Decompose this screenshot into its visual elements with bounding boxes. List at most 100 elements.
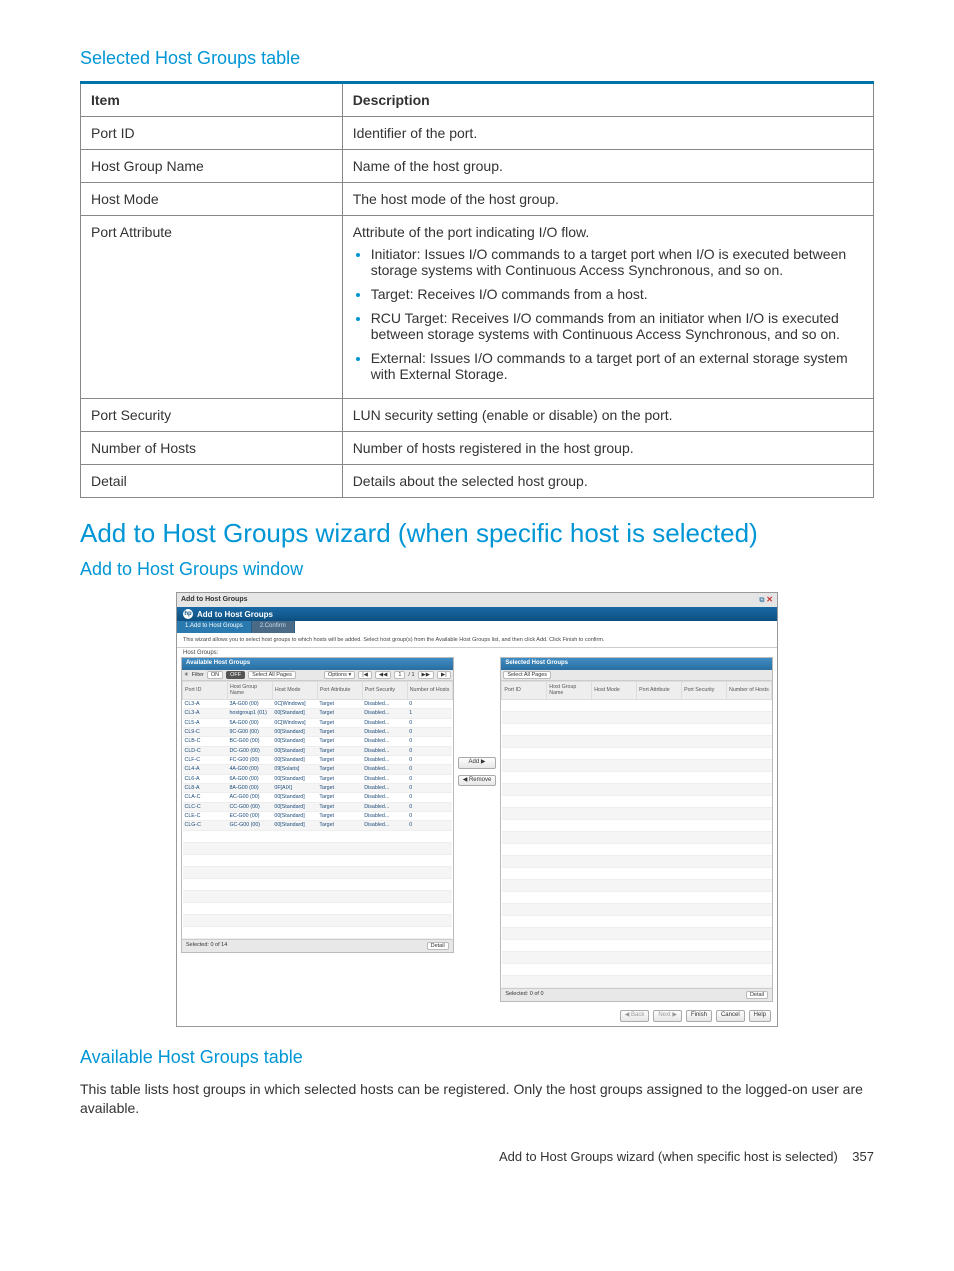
desc-cell: Number of hosts registered in the host g… <box>342 432 873 465</box>
col-header[interactable]: Port ID <box>502 682 547 700</box>
page-prev-button[interactable]: ◀◀ <box>375 671 391 680</box>
col-header[interactable]: Port ID <box>183 682 228 700</box>
empty-row <box>502 711 772 723</box>
cell: 0 <box>407 793 452 802</box>
filter-off[interactable]: OFF <box>226 671 245 680</box>
selected-selected-count: Selected: 0 of 0 <box>505 991 543 1000</box>
cell: Target <box>317 727 362 736</box>
section-heading: Selected Host Groups table <box>80 48 874 69</box>
col-header[interactable]: Port Attribute <box>317 682 362 700</box>
cell: CLG-C <box>183 821 228 830</box>
desc-cell: Identifier of the port. <box>342 117 873 150</box>
available-selected-count: Selected: 0 of 14 <box>186 942 227 951</box>
cell: CL9-C <box>183 727 228 736</box>
remove-button[interactable]: ◀ Remove <box>458 775 497 786</box>
selected-detail-button[interactable]: Detail <box>746 991 768 1000</box>
col-desc: Description <box>342 83 873 117</box>
empty-row <box>183 842 453 854</box>
close-icon[interactable]: ✕ <box>766 595 773 604</box>
table-row[interactable]: CL3-Ahostgroup1 (01)00[Standard]TargetDi… <box>183 709 453 718</box>
cell: Target <box>317 793 362 802</box>
filter-on[interactable]: ON <box>207 671 223 680</box>
item-cell: Host Group Name <box>81 150 343 183</box>
cell: 00[Standard] <box>272 821 317 830</box>
cell: CL3-A <box>183 709 228 718</box>
cell: 0 <box>407 727 452 736</box>
empty-row <box>502 795 772 807</box>
page-next-button[interactable]: ▶▶ <box>418 671 434 680</box>
add-button[interactable]: Add ▶ <box>458 757 497 768</box>
table-row[interactable]: CL6-A6A-G00 (00)00[Standard]TargetDisabl… <box>183 774 453 783</box>
step-2[interactable]: 2.Confirm <box>252 621 295 632</box>
cell: Target <box>317 718 362 727</box>
cell: Disabled... <box>362 746 407 755</box>
add-to-host-groups-window: Add to Host Groups ⧉ ✕ hp Add to Host Gr… <box>176 592 778 1027</box>
cell: Disabled... <box>362 699 407 708</box>
filter-label: Filter <box>192 672 204 679</box>
table-row: Port SecurityLUN security setting (enabl… <box>81 399 874 432</box>
table-row[interactable]: CL5-A5A-G00 (00)0C[Windows]TargetDisable… <box>183 718 453 727</box>
hp-logo-icon: hp <box>183 609 193 619</box>
cell: CL6-A <box>183 774 228 783</box>
col-header[interactable]: Host Mode <box>272 682 317 700</box>
window-restore-icon[interactable]: ⧉ <box>759 597 764 604</box>
item-cell: Port Security <box>81 399 343 432</box>
table-row[interactable]: CL9-C9C-G00 (00)00[Standard]TargetDisabl… <box>183 727 453 736</box>
cell: BC-G00 (00) <box>227 737 272 746</box>
cell: 0C[Windows] <box>272 699 317 708</box>
table-row[interactable]: CLA-CAC-G00 (00)00[Standard]TargetDisabl… <box>183 793 453 802</box>
cancel-button[interactable]: Cancel <box>716 1010 745 1021</box>
table-row[interactable]: CL4-A4A-G00 (00)09[Solaris]TargetDisable… <box>183 765 453 774</box>
page-last-button[interactable]: ▶| <box>437 671 451 680</box>
transfer-buttons: Add ▶ ◀ Remove <box>458 657 497 785</box>
select-all-pages-right-button[interactable]: Select All Pages <box>503 671 551 680</box>
cell: Target <box>317 783 362 792</box>
selected-table[interactable]: Port IDHost Group NameHost ModePort Attr… <box>501 681 772 988</box>
col-header[interactable]: Host Group Name <box>227 682 272 700</box>
table-row[interactable]: CLD-CDC-G00 (00)00[Standard]TargetDisabl… <box>183 746 453 755</box>
next-button[interactable]: Next ▶ <box>653 1010 682 1021</box>
available-table[interactable]: Port IDHost Group NameHost ModePort Attr… <box>182 681 453 939</box>
select-all-pages-button[interactable]: Select All Pages <box>248 671 296 680</box>
table-row[interactable]: CLC-CCC-G00 (00)00[Standard]TargetDisabl… <box>183 802 453 811</box>
col-header[interactable]: Port Security <box>682 682 727 700</box>
page-first-button[interactable]: |◀ <box>358 671 372 680</box>
desc-bullet: External: Issues I/O commands to a targe… <box>371 350 863 382</box>
col-header[interactable]: Port Security <box>362 682 407 700</box>
cell: CLC-C <box>183 802 228 811</box>
selected-host-groups-panel: Selected Host Groups Select All Pages Po… <box>500 657 773 1002</box>
wizard-help-text: This wizard allows you to select host gr… <box>177 633 777 649</box>
filter-star-icon[interactable]: ✳ <box>184 672 189 679</box>
col-header[interactable]: Port Attribute <box>637 682 682 700</box>
cell: 00[Standard] <box>272 746 317 755</box>
cell: Disabled... <box>362 774 407 783</box>
col-item: Item <box>81 83 343 117</box>
back-button[interactable]: ◀ Back <box>620 1010 650 1021</box>
table-row[interactable]: CLG-CGC-G00 (00)00[Standard]TargetDisabl… <box>183 821 453 830</box>
col-header[interactable]: Host Group Name <box>547 682 592 700</box>
table-row[interactable]: CLB-CBC-G00 (00)00[Standard]TargetDisabl… <box>183 737 453 746</box>
table-row[interactable]: CL8-A8A-G00 (00)0F[AIX]TargetDisabled...… <box>183 783 453 792</box>
table-row[interactable]: CL3-A3A-G00 (00)0C[Windows]TargetDisable… <box>183 699 453 708</box>
step-1[interactable]: 1.Add to Host Groups <box>177 621 252 632</box>
desc-cell: Details about the selected host group. <box>342 465 873 498</box>
col-header[interactable]: Host Mode <box>592 682 637 700</box>
table-row[interactable]: CLE-CEC-G00 (00)00[Standard]TargetDisabl… <box>183 811 453 820</box>
options-button[interactable]: Options ▾ <box>324 671 355 680</box>
empty-row <box>502 915 772 927</box>
available-detail-button[interactable]: Detail <box>427 942 449 951</box>
cell: 3A-G00 (00) <box>227 699 272 708</box>
col-header[interactable]: Number of Hosts <box>727 682 772 700</box>
page-total: / 1 <box>408 672 414 679</box>
empty-row <box>502 951 772 963</box>
cell: Target <box>317 709 362 718</box>
table-row[interactable]: CLF-CFC-G00 (00)00[Standard]TargetDisabl… <box>183 755 453 764</box>
finish-button[interactable]: Finish <box>686 1010 712 1021</box>
cell: Disabled... <box>362 727 407 736</box>
help-button[interactable]: Help <box>749 1010 771 1021</box>
cell: Target <box>317 765 362 774</box>
desc-bullet: Initiator: Issues I/O commands to a targ… <box>371 246 863 278</box>
col-header[interactable]: Number of Hosts <box>407 682 452 700</box>
wizard-band: hp Add to Host Groups <box>177 607 777 621</box>
cell: Disabled... <box>362 793 407 802</box>
